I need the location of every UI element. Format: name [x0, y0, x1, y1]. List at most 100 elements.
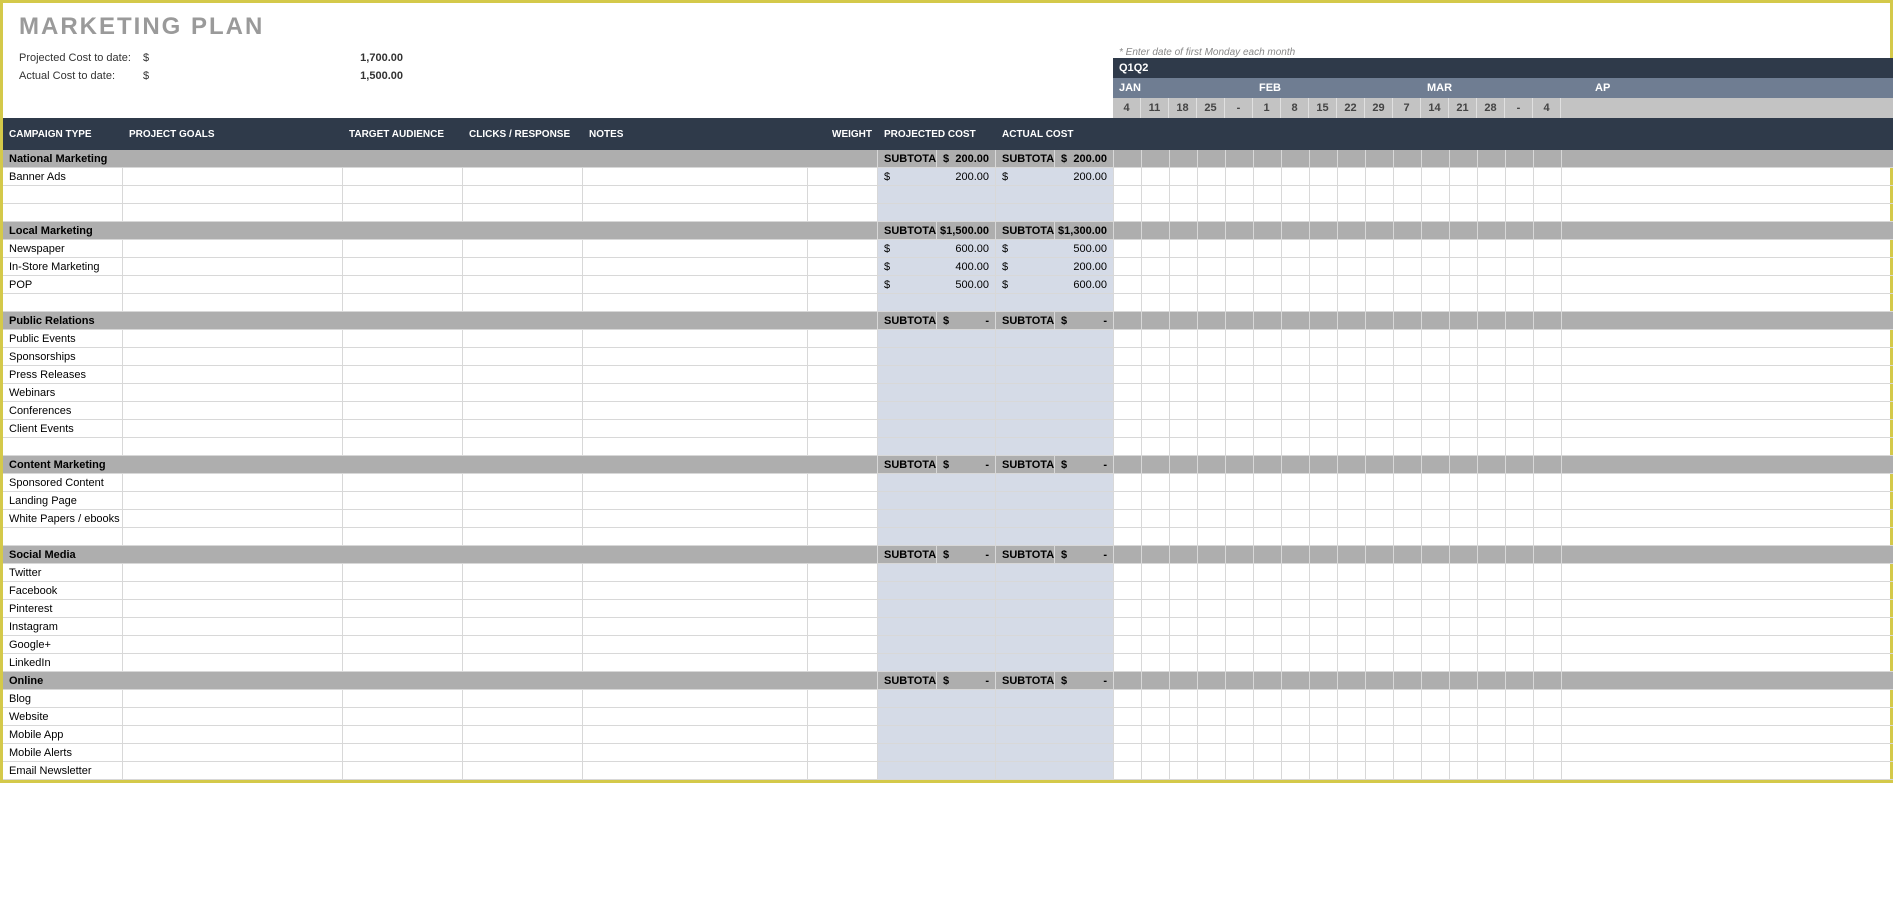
calendar-cell[interactable]	[1170, 582, 1198, 599]
calendar-cell[interactable]	[1170, 402, 1198, 419]
clicks-cell[interactable]	[463, 294, 583, 311]
calendar-cell[interactable]	[1310, 582, 1338, 599]
calendar-cell[interactable]	[1198, 690, 1226, 707]
calendar-cell[interactable]	[1366, 168, 1394, 185]
calendar-cell[interactable]	[1142, 420, 1170, 437]
calendar-cell[interactable]	[1142, 204, 1170, 221]
audience-cell[interactable]	[343, 384, 463, 401]
projected-cost-cell[interactable]	[878, 510, 996, 527]
projected-cost-cell[interactable]: $200.00	[878, 168, 996, 185]
calendar-cell[interactable]	[1366, 654, 1394, 671]
table-row[interactable]: Google+	[3, 636, 1893, 654]
calendar-cell[interactable]	[1394, 510, 1422, 527]
calendar-cell[interactable]	[1114, 726, 1142, 743]
weight-cell[interactable]	[808, 690, 878, 707]
calendar-cell[interactable]	[1478, 474, 1506, 491]
calendar-cell[interactable]	[1534, 348, 1562, 365]
weight-cell[interactable]	[808, 582, 878, 599]
calendar-cell[interactable]	[1506, 402, 1534, 419]
calendar-cell[interactable]	[1170, 618, 1198, 635]
calendar-cell[interactable]	[1114, 438, 1142, 455]
calendar-cell[interactable]	[1394, 384, 1422, 401]
calendar-cell[interactable]	[1114, 348, 1142, 365]
calendar-cell[interactable]	[1226, 726, 1254, 743]
notes-cell[interactable]	[583, 348, 808, 365]
calendar-cell[interactable]	[1506, 204, 1534, 221]
calendar-cell[interactable]	[1338, 366, 1366, 383]
calendar-cell[interactable]	[1226, 672, 1254, 689]
calendar-cell[interactable]	[1366, 330, 1394, 347]
calendar-cell[interactable]	[1534, 528, 1562, 545]
table-row[interactable]	[3, 204, 1893, 222]
notes-cell[interactable]	[583, 618, 808, 635]
calendar-cell[interactable]	[1310, 348, 1338, 365]
weight-cell[interactable]	[808, 438, 878, 455]
audience-cell[interactable]	[343, 168, 463, 185]
calendar-cell[interactable]	[1226, 636, 1254, 653]
campaign-cell[interactable]: White Papers / ebooks	[3, 510, 123, 527]
weight-cell[interactable]	[808, 168, 878, 185]
audience-cell[interactable]	[343, 510, 463, 527]
calendar-cell[interactable]	[1282, 582, 1310, 599]
calendar-cell[interactable]	[1282, 276, 1310, 293]
notes-cell[interactable]	[583, 510, 808, 527]
table-row[interactable]: Twitter	[3, 564, 1893, 582]
calendar-cell[interactable]	[1198, 654, 1226, 671]
calendar-cell[interactable]	[1282, 600, 1310, 617]
calendar-cell[interactable]	[1254, 348, 1282, 365]
calendar-cell[interactable]	[1422, 708, 1450, 725]
calendar-cell[interactable]	[1282, 294, 1310, 311]
notes-cell[interactable]	[583, 204, 808, 221]
calendar-cell[interactable]	[1226, 600, 1254, 617]
calendar-cell[interactable]	[1142, 222, 1170, 239]
calendar-cell[interactable]	[1226, 474, 1254, 491]
calendar-cell[interactable]	[1338, 492, 1366, 509]
goals-cell[interactable]	[123, 600, 343, 617]
actual-cost-cell[interactable]	[996, 510, 1114, 527]
actual-cost-cell[interactable]	[996, 654, 1114, 671]
weight-cell[interactable]	[808, 384, 878, 401]
calendar-cell[interactable]	[1198, 168, 1226, 185]
weight-cell[interactable]	[808, 744, 878, 761]
table-row[interactable]: Sponsored Content	[3, 474, 1893, 492]
calendar-cell[interactable]	[1114, 744, 1142, 761]
calendar-cell[interactable]	[1170, 276, 1198, 293]
projected-cost-cell[interactable]	[878, 384, 996, 401]
calendar-cell[interactable]	[1198, 708, 1226, 725]
calendar-cell[interactable]	[1226, 654, 1254, 671]
calendar-cell[interactable]	[1534, 150, 1562, 167]
calendar-cell[interactable]	[1142, 726, 1170, 743]
campaign-cell[interactable]: Press Releases	[3, 366, 123, 383]
actual-cost-cell[interactable]: $200.00	[996, 168, 1114, 185]
table-row[interactable]: Facebook	[3, 582, 1893, 600]
calendar-cell[interactable]	[1114, 510, 1142, 527]
calendar-cell[interactable]	[1506, 618, 1534, 635]
weight-cell[interactable]	[808, 420, 878, 437]
calendar-cell[interactable]	[1534, 438, 1562, 455]
calendar-cell[interactable]	[1422, 438, 1450, 455]
clicks-cell[interactable]	[463, 348, 583, 365]
calendar-cell[interactable]	[1254, 258, 1282, 275]
calendar-cell[interactable]	[1282, 744, 1310, 761]
weight-cell[interactable]	[808, 708, 878, 725]
goals-cell[interactable]	[123, 492, 343, 509]
calendar-cell[interactable]	[1366, 204, 1394, 221]
calendar-cell[interactable]	[1450, 204, 1478, 221]
calendar-cell[interactable]	[1254, 276, 1282, 293]
audience-cell[interactable]	[343, 186, 463, 203]
calendar-cell[interactable]	[1338, 168, 1366, 185]
calendar-cell[interactable]	[1114, 168, 1142, 185]
calendar-cell[interactable]	[1506, 240, 1534, 257]
calendar-cell[interactable]	[1366, 294, 1394, 311]
actual-cost-cell[interactable]: $600.00	[996, 276, 1114, 293]
calendar-cell[interactable]	[1422, 474, 1450, 491]
calendar-cell[interactable]	[1506, 600, 1534, 617]
calendar-cell[interactable]	[1506, 582, 1534, 599]
goals-cell[interactable]	[123, 636, 343, 653]
calendar-cell[interactable]	[1422, 492, 1450, 509]
campaign-cell[interactable]: Landing Page	[3, 492, 123, 509]
calendar-cell[interactable]	[1338, 204, 1366, 221]
campaign-cell[interactable]: Instagram	[3, 618, 123, 635]
calendar-cell[interactable]	[1450, 276, 1478, 293]
calendar-cell[interactable]	[1338, 276, 1366, 293]
